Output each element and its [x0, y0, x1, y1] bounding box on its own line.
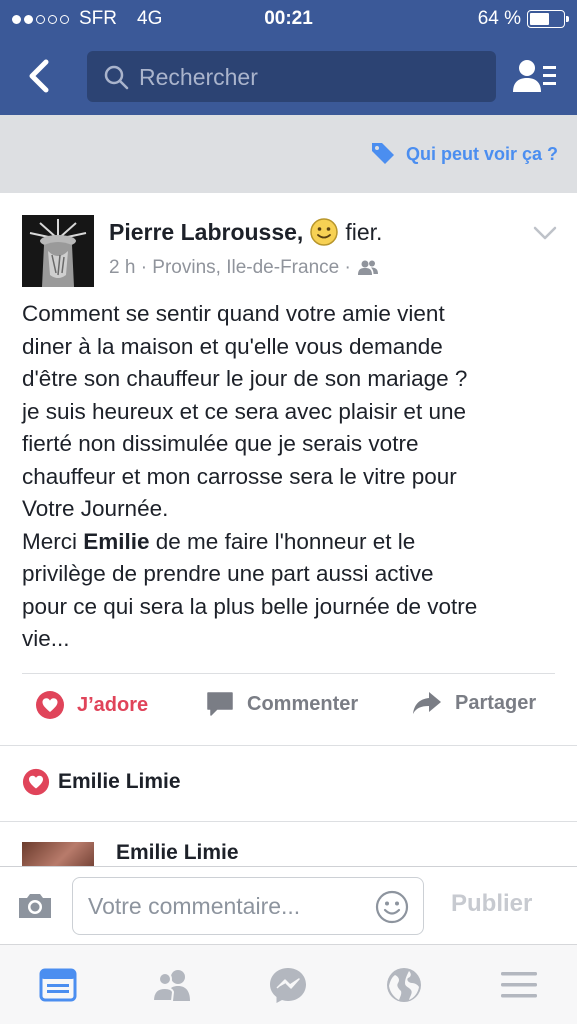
tab-news-feed[interactable] — [36, 965, 80, 1005]
heart-icon — [22, 768, 50, 796]
post-line: Votre Journée. — [22, 496, 169, 521]
chevron-left-icon — [29, 59, 49, 93]
battery-icon — [527, 10, 569, 28]
share-button[interactable]: Partager — [411, 690, 536, 716]
search-placeholder: Rechercher — [139, 64, 258, 90]
reactor-name: Emilie Limie — [58, 770, 181, 793]
love-button[interactable]: J’adore — [35, 690, 148, 720]
chevron-down-icon — [533, 226, 557, 240]
privacy-link[interactable]: Qui peut voir ça ? — [370, 142, 558, 166]
post-line: fierté non dissimulée que je serais votr… — [22, 431, 419, 456]
tab-menu[interactable] — [497, 965, 541, 1005]
tab-notifications[interactable] — [382, 965, 426, 1005]
comment-bubble-icon — [207, 692, 233, 716]
search-input[interactable]: Rechercher — [87, 51, 496, 102]
divider — [22, 673, 555, 674]
post-line: privilège de prendre une part aussi acti… — [22, 561, 434, 586]
post-body: Comment se sentir quand votre amie vient… — [22, 298, 562, 656]
post-meta: 2 h · Provins, Ile-de-France · — [109, 257, 379, 279]
thanks-suffix: de me faire l'honneur et le — [149, 528, 416, 554]
smiley-feeling-icon — [310, 218, 339, 246]
status-right: 64 % — [477, 8, 569, 30]
post-line: pour ce qui sera la plus belle journée d… — [22, 593, 478, 619]
comment-input[interactable]: Votre commentaire... — [72, 877, 424, 935]
bottom-tab-bar — [0, 944, 577, 1024]
share-arrow-icon — [413, 692, 441, 714]
news-feed-icon — [39, 968, 77, 1002]
post-author-line: Pierre Labrousse, fier. — [109, 217, 382, 247]
feeling-label: fier. — [345, 218, 383, 245]
comment-button[interactable]: Commenter — [205, 690, 358, 718]
post-line: je suis heureux et ce sera avec plaisir … — [22, 398, 466, 424]
love-label: J’adore — [77, 693, 149, 716]
friends-icon — [151, 970, 190, 1002]
post-line: diner à la maison et qu'elle vous demand… — [22, 333, 443, 359]
battery-percent: 64 % — [477, 8, 521, 29]
tag-icon — [371, 143, 394, 164]
post-line: vie... — [22, 626, 70, 651]
post-time-location: 2 h · Provins, Ile-de-France · — [109, 257, 351, 278]
reactions-summary[interactable]: Emilie Limie — [22, 768, 181, 796]
privacy-bar: Qui peut voir ça ? — [0, 115, 577, 193]
comment-label: Commenter — [247, 692, 359, 715]
thanks-prefix: Merci — [22, 528, 84, 554]
globe-icon — [387, 968, 421, 1002]
post-actions: J’adore Commenter Partager — [0, 690, 577, 730]
privacy-label: Qui peut voir ça ? — [405, 143, 558, 164]
post-line: Comment se sentir quand votre amie vient — [22, 301, 445, 326]
back-button[interactable] — [22, 54, 62, 98]
commenter-avatar[interactable] — [22, 842, 94, 866]
divider — [0, 745, 577, 746]
camera-button[interactable] — [16, 891, 54, 926]
tab-friends[interactable] — [150, 965, 194, 1005]
author-avatar[interactable] — [22, 215, 94, 287]
statue-avatar-image — [22, 215, 94, 287]
friends-list-button[interactable] — [510, 54, 560, 98]
publish-button[interactable]: Publier — [451, 890, 532, 918]
commenter-name[interactable]: Emilie Limie — [116, 841, 239, 865]
comment-composer: Votre commentaire... Publier — [0, 866, 577, 944]
tab-messenger[interactable] — [266, 965, 310, 1005]
person-list-icon — [513, 60, 556, 92]
search-icon — [104, 65, 129, 90]
friends-audience-icon — [357, 260, 378, 275]
comment-placeholder: Votre commentaire... — [88, 893, 301, 919]
top-bar: SFR 4G 00:21 64 % Rechercher — [0, 0, 577, 115]
author-name[interactable]: Pierre Labrousse, — [109, 219, 303, 246]
hamburger-menu-icon — [501, 972, 537, 998]
tagged-name[interactable]: Emilie — [83, 529, 149, 554]
comment-item: Emilie Limie — [0, 822, 577, 866]
post-line-thanks: Merci Emilie de me faire l'honneur et le — [22, 526, 562, 559]
messenger-icon — [270, 968, 306, 1003]
status-bar: SFR 4G 00:21 64 % — [0, 0, 577, 38]
heart-icon — [36, 691, 64, 719]
share-label: Partager — [455, 691, 537, 714]
camera-icon — [19, 894, 51, 918]
post-line: chauffeur et mon carrosse sera le vitre … — [22, 463, 457, 489]
emoji-icon[interactable] — [375, 890, 409, 924]
post-options-button[interactable] — [532, 224, 558, 247]
post-line: d'être son chauffeur le jour de son mari… — [22, 366, 468, 391]
